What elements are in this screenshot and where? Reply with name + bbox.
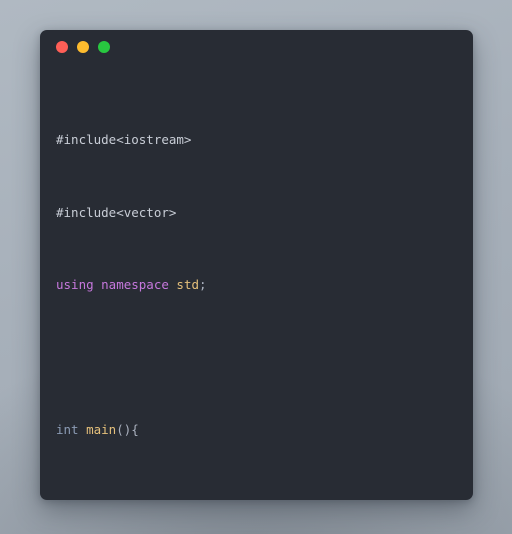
identifier-std: std	[176, 277, 199, 293]
keyword-using-namespace: using namespace	[56, 277, 169, 293]
code-line-2: #include<vector>	[56, 204, 457, 222]
code-line-4-blank	[56, 348, 457, 366]
code-content[interactable]: #include<iostream> #include<vector> usin…	[40, 63, 473, 500]
window-titlebar	[40, 30, 473, 63]
code-line-6-blank	[56, 493, 457, 500]
main-parens-brace: (){	[116, 421, 139, 437]
code-line-5: int main(){	[56, 421, 457, 439]
code-line-3: using namespace std;	[56, 276, 457, 294]
screenshot-root: #include<iostream> #include<vector> usin…	[0, 0, 512, 534]
close-window-button[interactable]	[56, 40, 68, 53]
type-int: int	[56, 421, 79, 437]
function-main: main	[86, 421, 117, 437]
include-directive-vector: #include<vector>	[56, 204, 177, 220]
include-directive-iostream: #include<iostream>	[56, 132, 192, 148]
code-line-1: #include<iostream>	[56, 131, 457, 149]
maximize-window-button[interactable]	[98, 40, 110, 53]
semicolon: ;	[199, 277, 207, 293]
code-editor-window: #include<iostream> #include<vector> usin…	[40, 30, 473, 500]
minimize-window-button[interactable]	[77, 40, 89, 53]
